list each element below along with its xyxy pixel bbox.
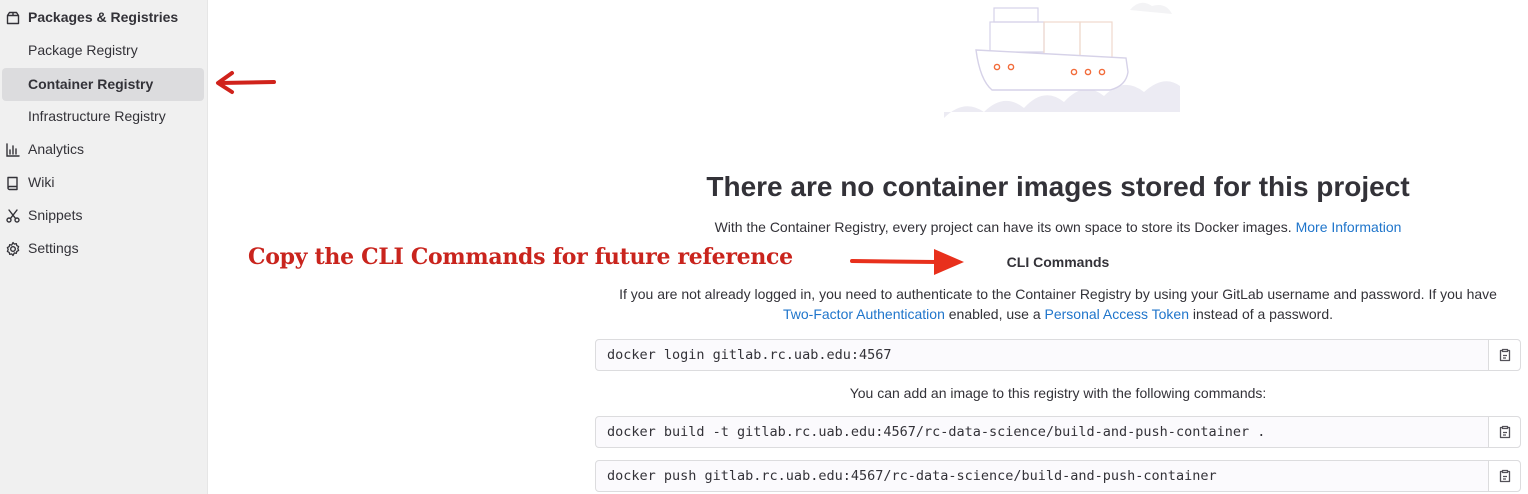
page-title: There are no container images stored for…	[706, 171, 1410, 202]
copy-push-command-button[interactable]	[1488, 461, 1520, 491]
sidebar-item-analytics[interactable]: Analytics	[0, 133, 208, 166]
auth-text-part-1: If you are not already logged in, you ne…	[619, 286, 1497, 302]
sidebar-item-container-registry[interactable]: Container Registry	[2, 68, 204, 101]
auth-text-part-3: instead of a password.	[1192, 306, 1333, 322]
ship-illustration	[944, 2, 1180, 118]
build-command[interactable]: docker build -t gitlab.rc.uab.edu:4567/r…	[607, 424, 1265, 440]
sidebar-item-infrastructure-registry[interactable]: Infrastructure Registry	[0, 100, 208, 133]
sidebar-item-label: Package Registry	[28, 42, 138, 58]
build-command-box: docker build -t gitlab.rc.uab.edu:4567/r…	[595, 416, 1521, 448]
book-icon	[7, 176, 18, 191]
push-command[interactable]: docker push gitlab.rc.uab.edu:4567/rc-da…	[607, 468, 1217, 484]
sidebar-item-label: Packages & Registries	[28, 9, 179, 25]
push-command-box: docker push gitlab.rc.uab.edu:4567/rc-da…	[595, 460, 1521, 492]
sidebar-item-wiki[interactable]: Wiki	[0, 166, 208, 199]
sidebar-item-label: Infrastructure Registry	[28, 108, 166, 124]
login-command[interactable]: docker login gitlab.rc.uab.edu:4567	[607, 347, 891, 363]
scissors-icon	[6, 209, 20, 223]
copy-icon	[1499, 425, 1510, 439]
sidebar-item-settings[interactable]: Settings	[0, 232, 208, 265]
sidebar-item-package-registry[interactable]: Package Registry	[0, 34, 208, 67]
description-text: With the Container Registry, every proje…	[714, 219, 1292, 235]
sidebar-item-snippets[interactable]: Snippets	[0, 199, 208, 232]
annotation-arrow-left	[216, 71, 276, 94]
sidebar-item-label: Wiki	[28, 174, 55, 190]
more-information-link[interactable]: More Information	[1296, 219, 1402, 235]
copy-login-command-button[interactable]	[1488, 340, 1520, 370]
empty-state-description: With the Container Registry, every proje…	[595, 219, 1521, 235]
sidebar-item-packages-registries[interactable]: Packages & Registries	[0, 1, 208, 34]
login-command-box: docker login gitlab.rc.uab.edu:4567	[595, 339, 1521, 371]
sidebar-item-label: Settings	[28, 240, 79, 256]
chart-icon	[6, 143, 20, 157]
two-factor-authentication-link[interactable]: Two-Factor Authentication	[783, 306, 945, 322]
auth-instructions: If you are not already logged in, you ne…	[595, 284, 1521, 324]
copy-icon	[1499, 348, 1510, 362]
copy-icon	[1499, 469, 1510, 483]
copy-build-command-button[interactable]	[1488, 417, 1520, 447]
personal-access-token-link[interactable]: Personal Access Token	[1045, 306, 1190, 322]
add-image-instructions: You can add an image to this registry wi…	[849, 385, 1267, 401]
sidebar: Packages & Registries Package Registry C…	[0, 0, 208, 494]
sidebar-item-label: Container Registry	[28, 76, 154, 92]
sidebar-item-label: Snippets	[28, 207, 83, 223]
sidebar-item-label: Analytics	[28, 141, 85, 157]
gear-icon	[6, 241, 20, 257]
auth-text-part-2: enabled, use a	[948, 306, 1041, 322]
package-icon	[6, 11, 20, 25]
cli-commands-heading: CLI Commands	[1006, 254, 1110, 270]
